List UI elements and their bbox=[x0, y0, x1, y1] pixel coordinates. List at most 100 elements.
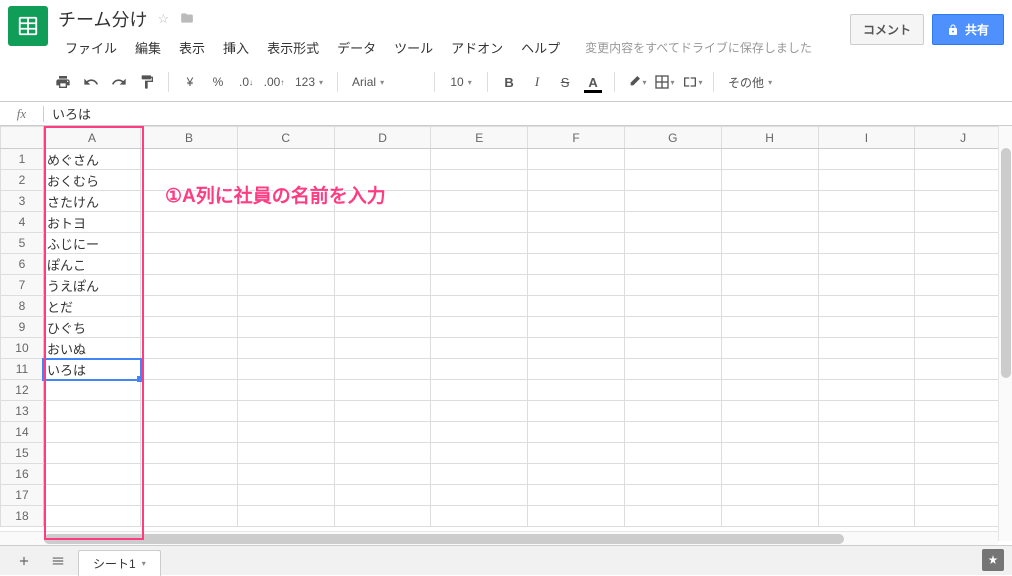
cell-B14[interactable] bbox=[141, 422, 238, 443]
cell-D3[interactable] bbox=[334, 191, 431, 212]
cell-I13[interactable] bbox=[818, 401, 915, 422]
col-header-E[interactable]: E bbox=[431, 127, 528, 149]
cell-H2[interactable] bbox=[721, 170, 818, 191]
cell-B16[interactable] bbox=[141, 464, 238, 485]
row-header-1[interactable]: 1 bbox=[1, 149, 44, 170]
cell-J17[interactable] bbox=[915, 485, 1012, 506]
cell-I11[interactable] bbox=[818, 359, 915, 380]
col-header-D[interactable]: D bbox=[334, 127, 431, 149]
cell-E15[interactable] bbox=[431, 443, 528, 464]
cell-J10[interactable] bbox=[915, 338, 1012, 359]
cell-A13[interactable] bbox=[43, 401, 140, 422]
cell-C7[interactable] bbox=[237, 275, 334, 296]
cell-F9[interactable] bbox=[528, 317, 625, 338]
cell-C4[interactable] bbox=[237, 212, 334, 233]
cell-C8[interactable] bbox=[237, 296, 334, 317]
row-header-14[interactable]: 14 bbox=[1, 422, 44, 443]
row-header-11[interactable]: 11 bbox=[1, 359, 44, 380]
star-icon[interactable]: ☆ bbox=[157, 11, 169, 27]
cell-A12[interactable] bbox=[43, 380, 140, 401]
add-sheet-button[interactable] bbox=[10, 550, 38, 572]
undo-button[interactable] bbox=[78, 69, 104, 95]
cell-C15[interactable] bbox=[237, 443, 334, 464]
cell-H17[interactable] bbox=[721, 485, 818, 506]
cell-J12[interactable] bbox=[915, 380, 1012, 401]
cell-D5[interactable] bbox=[334, 233, 431, 254]
menu-help[interactable]: ヘルプ bbox=[514, 36, 567, 59]
menu-addons[interactable]: アドオン bbox=[444, 36, 510, 59]
cell-B1[interactable] bbox=[141, 149, 238, 170]
cell-H5[interactable] bbox=[721, 233, 818, 254]
cell-D9[interactable] bbox=[334, 317, 431, 338]
all-sheets-button[interactable] bbox=[44, 550, 72, 572]
cell-D6[interactable] bbox=[334, 254, 431, 275]
cell-E10[interactable] bbox=[431, 338, 528, 359]
cell-J5[interactable] bbox=[915, 233, 1012, 254]
row-header-9[interactable]: 9 bbox=[1, 317, 44, 338]
cell-A6[interactable]: ぽんこ bbox=[43, 254, 140, 275]
menu-data[interactable]: データ bbox=[330, 36, 383, 59]
cell-G17[interactable] bbox=[624, 485, 721, 506]
cell-B10[interactable] bbox=[141, 338, 238, 359]
cell-D15[interactable] bbox=[334, 443, 431, 464]
cell-J4[interactable] bbox=[915, 212, 1012, 233]
cell-E7[interactable] bbox=[431, 275, 528, 296]
cell-A14[interactable] bbox=[43, 422, 140, 443]
cell-A17[interactable] bbox=[43, 485, 140, 506]
row-header-16[interactable]: 16 bbox=[1, 464, 44, 485]
cell-E14[interactable] bbox=[431, 422, 528, 443]
cell-G2[interactable] bbox=[624, 170, 721, 191]
cell-E1[interactable] bbox=[431, 149, 528, 170]
col-header-J[interactable]: J bbox=[915, 127, 1012, 149]
cell-I14[interactable] bbox=[818, 422, 915, 443]
cell-A2[interactable]: おくむら bbox=[43, 170, 140, 191]
cell-H8[interactable] bbox=[721, 296, 818, 317]
paint-format-button[interactable] bbox=[134, 69, 160, 95]
cell-C14[interactable] bbox=[237, 422, 334, 443]
cell-B8[interactable] bbox=[141, 296, 238, 317]
row-header-10[interactable]: 10 bbox=[1, 338, 44, 359]
sheet-tab-1[interactable]: シート1▾ bbox=[78, 550, 161, 576]
cell-I15[interactable] bbox=[818, 443, 915, 464]
cell-C18[interactable] bbox=[237, 506, 334, 527]
cell-B3[interactable] bbox=[141, 191, 238, 212]
col-header-F[interactable]: F bbox=[528, 127, 625, 149]
cell-H18[interactable] bbox=[721, 506, 818, 527]
cell-G13[interactable] bbox=[624, 401, 721, 422]
cell-B9[interactable] bbox=[141, 317, 238, 338]
menu-edit[interactable]: 編集 bbox=[128, 36, 168, 59]
cell-I17[interactable] bbox=[818, 485, 915, 506]
cell-J16[interactable] bbox=[915, 464, 1012, 485]
cell-J7[interactable] bbox=[915, 275, 1012, 296]
cell-I7[interactable] bbox=[818, 275, 915, 296]
cell-F2[interactable] bbox=[528, 170, 625, 191]
cell-H14[interactable] bbox=[721, 422, 818, 443]
share-button[interactable]: 共有 bbox=[932, 14, 1004, 45]
cell-C9[interactable] bbox=[237, 317, 334, 338]
cell-E16[interactable] bbox=[431, 464, 528, 485]
cell-F11[interactable] bbox=[528, 359, 625, 380]
cell-A9[interactable]: ひぐち bbox=[43, 317, 140, 338]
cell-H13[interactable] bbox=[721, 401, 818, 422]
cell-B12[interactable] bbox=[141, 380, 238, 401]
cell-E8[interactable] bbox=[431, 296, 528, 317]
cell-H3[interactable] bbox=[721, 191, 818, 212]
cell-C6[interactable] bbox=[237, 254, 334, 275]
cell-D2[interactable] bbox=[334, 170, 431, 191]
cell-D4[interactable] bbox=[334, 212, 431, 233]
percent-button[interactable]: % bbox=[205, 69, 231, 95]
number-format-drop[interactable]: 123▾ bbox=[289, 69, 329, 95]
cell-E12[interactable] bbox=[431, 380, 528, 401]
cell-E4[interactable] bbox=[431, 212, 528, 233]
cell-G10[interactable] bbox=[624, 338, 721, 359]
cell-F7[interactable] bbox=[528, 275, 625, 296]
cell-E6[interactable] bbox=[431, 254, 528, 275]
cell-E11[interactable] bbox=[431, 359, 528, 380]
cell-E9[interactable] bbox=[431, 317, 528, 338]
cell-F12[interactable] bbox=[528, 380, 625, 401]
menu-tools[interactable]: ツール bbox=[387, 36, 440, 59]
cell-G6[interactable] bbox=[624, 254, 721, 275]
cell-D18[interactable] bbox=[334, 506, 431, 527]
cell-B6[interactable] bbox=[141, 254, 238, 275]
cell-I6[interactable] bbox=[818, 254, 915, 275]
